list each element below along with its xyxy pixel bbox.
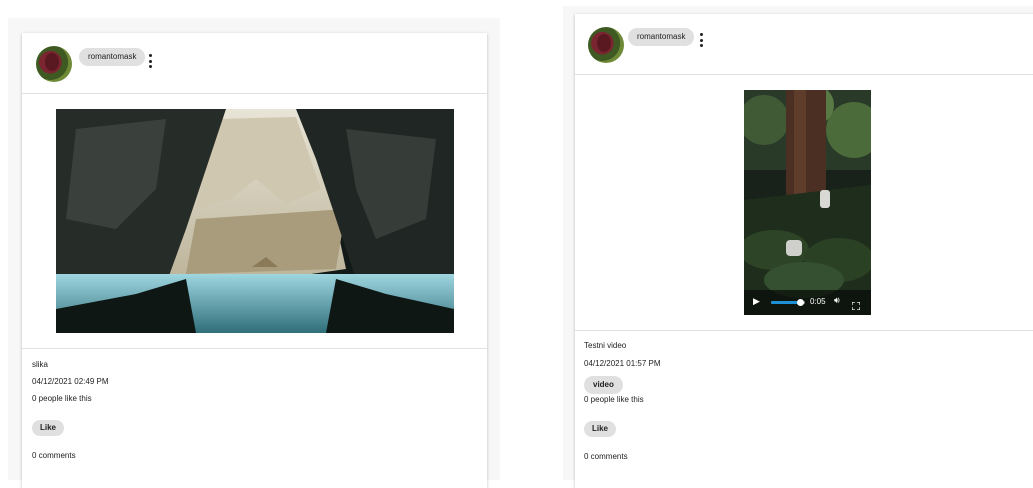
video-progress-handle[interactable]: [796, 299, 804, 306]
post-caption: Testni video: [584, 341, 627, 350]
tag-chip[interactable]: video: [584, 376, 623, 394]
video-progress-track[interactable]: [771, 299, 805, 306]
video-progress-fill: [771, 301, 800, 304]
avatar[interactable]: [588, 27, 624, 63]
likes-count: 0 people like this: [32, 394, 92, 403]
comments-count[interactable]: 0 comments: [584, 452, 628, 461]
fullscreen-icon[interactable]: [851, 297, 861, 311]
author-chip[interactable]: romantomask: [79, 48, 146, 66]
play-icon[interactable]: ▶: [753, 296, 760, 307]
like-button[interactable]: Like: [584, 421, 617, 437]
more-vertical-icon[interactable]: [699, 33, 703, 47]
like-button[interactable]: Like: [32, 420, 65, 436]
post-image: [56, 109, 454, 333]
avatar[interactable]: [36, 46, 72, 82]
post-header: romantomask: [22, 33, 487, 94]
post-date: 04/12/2021 01:57 PM: [584, 359, 661, 368]
post-date: 04/12/2021 02:49 PM: [32, 377, 109, 386]
post-header: romantomask: [575, 14, 1033, 75]
more-vertical-icon[interactable]: [148, 54, 152, 68]
video-time: 0:05: [810, 297, 826, 306]
post-media: ▶ 0:05 🔊︎: [575, 75, 1033, 331]
post-card: romantomask ▶ 0:05 🔊︎ Testni video 04/12…: [575, 14, 1033, 488]
post-card: romantomask slika 04/12/2021 02:49 PM 0 …: [22, 33, 487, 488]
comments-count[interactable]: 0 comments: [32, 451, 76, 460]
author-chip[interactable]: romantomask: [628, 28, 695, 46]
volume-icon[interactable]: 🔊︎: [834, 295, 840, 306]
post-caption: slika: [32, 360, 49, 369]
video-player[interactable]: ▶ 0:05 🔊︎: [744, 90, 871, 315]
video-frame: [744, 90, 871, 315]
likes-count: 0 people like this: [584, 395, 644, 404]
post-media: [22, 94, 487, 349]
